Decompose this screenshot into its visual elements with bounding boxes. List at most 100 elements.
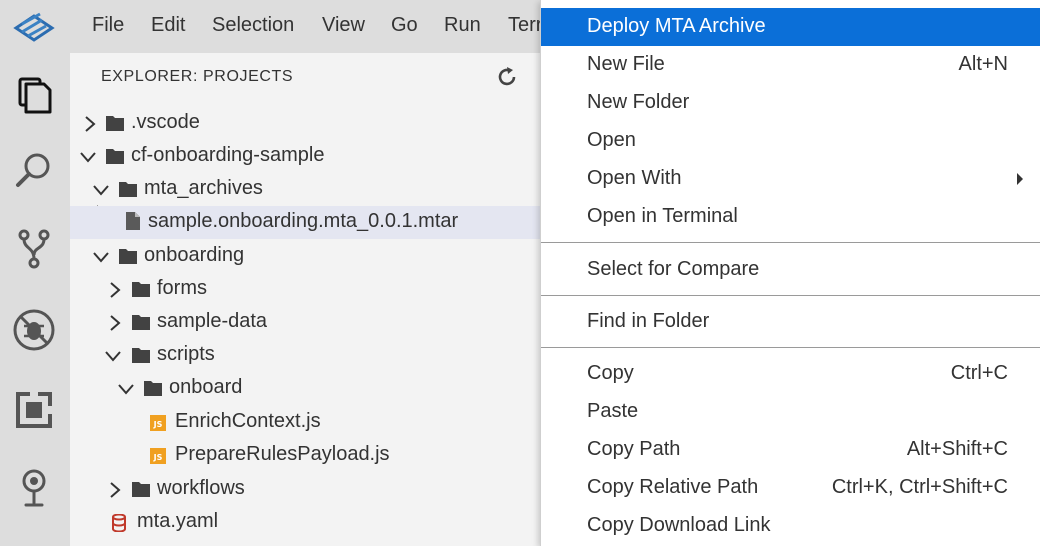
folder-icon (132, 282, 150, 297)
menu-go[interactable]: Go (391, 14, 418, 37)
menu-separator (541, 347, 1040, 348)
yaml-file-icon (112, 514, 126, 532)
menu-deploy-mta-archive[interactable]: Deploy MTA Archive (541, 8, 1040, 46)
chevron-right-icon (110, 482, 121, 498)
menu-open-in-terminal[interactable]: Open in Terminal (541, 198, 1040, 236)
menu-item-shortcut: Alt+Shift+C (906, 438, 1008, 460)
activity-bar (0, 53, 70, 546)
tree-item-label: .vscode (131, 111, 200, 133)
menu-item-label: New Folder (587, 91, 690, 113)
tree-item-label: sample.onboarding.mta_0.0.1.mtar (148, 210, 459, 232)
menu-item-label: Copy Download Link (587, 514, 771, 536)
tree-item-onboarding[interactable]: onboarding (70, 240, 540, 273)
tree-item-vscode[interactable]: .vscode (70, 107, 540, 140)
explorer-title: EXPLORER: PROJECTS (101, 68, 294, 85)
tree-item-label: sample-data (157, 310, 268, 332)
folder-icon (119, 249, 137, 264)
menu-item-label: Copy Relative Path (587, 476, 759, 498)
menu-item-label: Open (587, 129, 636, 151)
app-logo-icon (13, 12, 55, 42)
tree-item-scripts[interactable]: scripts (70, 339, 540, 372)
menu-item-label: Paste (587, 400, 639, 422)
chevron-down-icon (118, 384, 134, 395)
menu-item-label: Deploy MTA Archive (587, 15, 766, 37)
tree-item-label: forms (157, 277, 207, 299)
menu-new-file[interactable]: New File Alt+N (541, 46, 1040, 84)
menu-item-label: Copy (587, 362, 634, 384)
menu-new-folder[interactable]: New Folder (541, 84, 1040, 122)
tree-item-label: mta_archives (144, 177, 263, 199)
search-icon[interactable] (10, 147, 58, 195)
tree-item-sample-data[interactable]: sample-data (70, 306, 540, 339)
tree-item-mta-archives[interactable]: mta_archives (70, 173, 540, 206)
menu-select-for-compare[interactable]: Select for Compare (541, 251, 1040, 289)
menu-item-shortcut: Ctrl+C (950, 362, 1008, 384)
menu-item-label: Open in Terminal (587, 205, 738, 227)
menu-item-label: Open With (587, 167, 682, 189)
menu-copy-relative-path[interactable]: Copy Relative Path Ctrl+K, Ctrl+Shift+C (541, 469, 1040, 507)
tree-item-onboard[interactable]: onboard (70, 372, 540, 405)
tree-item-label: EnrichContext.js (175, 410, 321, 432)
menu-open[interactable]: Open (541, 122, 1040, 160)
tree-item-label: cf-onboarding-sample (131, 144, 325, 166)
folder-icon (106, 149, 124, 164)
context-menu: Deploy MTA Archive New File Alt+N New Fo… (540, 0, 1040, 546)
chevron-right-icon (85, 116, 96, 132)
tree-item-workflows[interactable]: workflows (70, 473, 540, 506)
tree-item-label: scripts (157, 343, 215, 365)
tree-item-label: PrepareRulesPayload.js (175, 443, 390, 465)
menu-view[interactable]: View (322, 14, 365, 37)
menu-item-shortcut: Ctrl+K, Ctrl+Shift+C (831, 476, 1008, 498)
menu-open-with[interactable]: Open With (541, 160, 1040, 198)
folder-icon (132, 315, 150, 330)
folder-icon (132, 482, 150, 497)
tree-item-forms[interactable]: forms (70, 273, 540, 306)
menu-copy-download-link[interactable]: Copy Download Link (541, 507, 1040, 545)
tree-item-mtar-file[interactable]: sample.onboarding.mta_0.0.1.mtar (70, 206, 540, 239)
folder-icon (106, 116, 124, 131)
chevron-right-icon (110, 282, 121, 298)
debug-icon[interactable] (10, 306, 58, 354)
menu-separator (541, 242, 1040, 243)
refresh-icon[interactable] (495, 65, 519, 89)
tree-item-enrichcontext-js[interactable]: JS EnrichContext.js (70, 406, 540, 439)
menu-edit[interactable]: Edit (151, 14, 185, 37)
explorer-sidebar: EXPLORER: PROJECTS .vscode cf-onboarding… (70, 53, 540, 546)
menu-copy-path[interactable]: Copy Path Alt+Shift+C (541, 431, 1040, 469)
tree-item-label: onboard (169, 376, 243, 398)
menu-file[interactable]: File (92, 14, 124, 37)
source-control-icon[interactable] (10, 225, 58, 273)
js-file-icon: JS (150, 448, 166, 464)
tree-item-label: onboarding (144, 244, 245, 266)
tree-item-cf-onboarding-sample[interactable]: cf-onboarding-sample (70, 140, 540, 173)
tree-item-mta-yaml[interactable]: mta.yaml (70, 506, 540, 539)
chevron-down-icon (93, 252, 109, 263)
chevron-down-icon (93, 185, 109, 196)
menu-copy[interactable]: Copy Ctrl+C (541, 355, 1040, 393)
folder-icon (119, 182, 137, 197)
menu-find-in-folder[interactable]: Find in Folder (541, 303, 1040, 341)
menu-item-shortcut: Alt+N (958, 53, 1008, 75)
menu-separator (541, 295, 1040, 296)
chevron-down-icon (80, 152, 96, 163)
cloud-foundry-icon[interactable] (10, 463, 58, 511)
folder-icon (144, 381, 162, 396)
tree-item-label: mta.yaml (137, 510, 219, 532)
menu-item-label: Find in Folder (587, 310, 710, 332)
js-file-icon: JS (150, 415, 166, 431)
menu-item-label: New File (587, 53, 665, 75)
menu-item-label: Copy Path (587, 438, 681, 460)
tree-item-label: workflows (157, 477, 245, 499)
svg-text:JS: JS (153, 420, 163, 429)
menu-run[interactable]: Run (444, 14, 481, 37)
menu-paste[interactable]: Paste (541, 393, 1040, 431)
extensions-icon[interactable] (10, 386, 58, 434)
chevron-down-icon (105, 351, 121, 362)
submenu-arrow-icon (1017, 173, 1023, 185)
explorer-icon[interactable] (10, 70, 58, 118)
menu-selection[interactable]: Selection (212, 14, 294, 37)
folder-icon (132, 348, 150, 363)
tree-item-preparerulespayload-js[interactable]: JS PrepareRulesPayload.js (70, 439, 540, 472)
svg-text:JS: JS (153, 453, 163, 462)
menu-terminal[interactable]: Terr (508, 14, 542, 37)
